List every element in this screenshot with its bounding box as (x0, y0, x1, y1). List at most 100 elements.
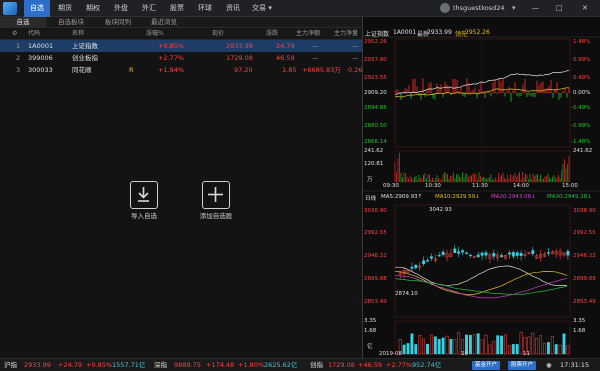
tick: 2019-08 (379, 351, 402, 357)
tick: 3.35 (364, 318, 377, 324)
import-watchlist-button[interactable] (130, 181, 158, 209)
tick: 1.68 (573, 328, 586, 334)
tick: 3038.90 (364, 208, 387, 214)
kline-volume-bar (543, 343, 546, 355)
menu-item-foreign-market[interactable]: 外盘 (108, 0, 134, 17)
candle-body (429, 256, 433, 259)
tick: 10:30 (425, 183, 441, 189)
tick: 2853.49 (573, 299, 596, 305)
tab-recent[interactable]: 最近浏览 (142, 17, 186, 28)
kline-volume-bar (437, 339, 441, 355)
tick: 0.99% (573, 57, 591, 63)
col-net-volume[interactable]: 主力净量 (334, 28, 358, 40)
menu-item-stocks[interactable]: 股票 (164, 0, 190, 17)
tick: 2992.55 (364, 230, 387, 236)
tick: 3038.90 (573, 208, 596, 214)
tick: -1.48% (571, 139, 591, 145)
menu-item-forex[interactable]: 外汇 (136, 0, 162, 17)
row-code: 300033 (28, 66, 53, 74)
tick: 11 (523, 351, 530, 357)
candle-body (457, 251, 461, 254)
tick: 15:00 (562, 183, 578, 189)
tick: 0.49% (573, 75, 591, 81)
tick: 2899.88 (364, 276, 387, 282)
candle-body (546, 252, 550, 254)
candle-body (437, 254, 441, 257)
kline-volume-bar (558, 344, 562, 355)
table-row[interactable]: 2 399006 创业板指 +2.77% 1729.08 46.59 — — (0, 52, 362, 64)
candle-body (519, 253, 523, 257)
kline-volume-bar (539, 335, 543, 355)
kline-volume-bar (433, 336, 437, 355)
ma30-label: MA30:2949.28↓ (547, 194, 592, 200)
kline-period[interactable]: 日线 (365, 194, 376, 202)
kline-volume-bar (410, 333, 414, 355)
tick: 2853.49 (364, 299, 387, 305)
candle-body (422, 260, 426, 264)
kline-volume-bar (476, 333, 480, 355)
tab-watchlist[interactable]: 自选 (0, 17, 46, 28)
tick: 2952.26 (364, 39, 387, 45)
tick: 万 (367, 177, 373, 183)
kline-volume-bar (441, 337, 445, 355)
user-avatar-icon[interactable] (440, 3, 450, 13)
cy-pct: +2.77% (386, 361, 413, 369)
menu-item-global[interactable]: 环球 (192, 0, 218, 17)
tick: -0.49% (571, 105, 591, 111)
table-header: ⚙ 代码 名称 涨幅% 现价 涨跌 主力净额 主力净量 (0, 28, 362, 40)
notification-icon[interactable]: ◉ (546, 359, 552, 371)
candle-body (531, 250, 535, 254)
table-row[interactable]: 3 300033 同花顺 R +1.94% 97.20 1.85 +6685.8… (0, 64, 362, 76)
kline-volume-bar (472, 334, 476, 355)
kline-volume-bar (519, 331, 523, 355)
col-change-pct[interactable]: 涨幅% (146, 28, 164, 40)
app-logo-icon[interactable] (3, 2, 17, 15)
candle-body (476, 254, 480, 258)
col-change[interactable]: 涨跌 (266, 28, 278, 40)
tick: 241.62 (573, 148, 593, 154)
cy-label[interactable]: 创指 (310, 359, 323, 371)
settings-icon[interactable]: ▾ (512, 0, 516, 17)
tick: 1.48% (573, 39, 591, 45)
tick: 1.68 (364, 328, 377, 334)
kline-volume-bar (554, 344, 558, 355)
sh-amount: 1557.71亿 (112, 361, 146, 369)
col-price[interactable]: 现价 (212, 28, 224, 40)
kline-volume-bar (488, 344, 492, 355)
menu-bar: 自选 期货 期权 外盘 外汇 股票 环球 资讯 交易 ▾ thsguestkos… (0, 0, 600, 17)
col-code[interactable]: 代码 (28, 28, 40, 40)
sh-change: +24.79 (58, 361, 83, 369)
kline-volume-bar (457, 332, 461, 355)
tab-bar: 自选 自选板块 板块同列 最近浏览 (0, 17, 362, 28)
menu-item-options[interactable]: 期权 (80, 0, 106, 17)
row-change: 24.79 (276, 42, 295, 50)
col-name[interactable]: 名称 (72, 28, 84, 40)
sz-label[interactable]: 深指 (154, 359, 167, 371)
sh-label[interactable]: 沪指 (4, 359, 17, 371)
add-stock-label[interactable]: 添加自选股 (186, 210, 246, 220)
row-net-volume: 0.26 (348, 66, 363, 74)
username[interactable]: thsguestkosd24 (453, 0, 505, 17)
candle-body (566, 251, 570, 256)
add-stock-button[interactable] (202, 181, 230, 209)
tab-watchlist-sectors[interactable]: 自选板块 (48, 17, 94, 28)
menu-item-news[interactable]: 资讯 (220, 0, 246, 17)
close-icon[interactable]: ✕ (582, 0, 588, 17)
maximize-icon[interactable]: □ (556, 0, 563, 17)
minimize-icon[interactable]: — (532, 0, 539, 17)
candle-body (426, 260, 429, 262)
import-watchlist-label[interactable]: 导入自选 (114, 210, 174, 220)
table-row[interactable]: 1 1A0001 上证指数 +0.85% 2933.99 24.79 — — (0, 40, 362, 52)
fund-account-button[interactable]: 基金开户 (472, 361, 501, 370)
col-net-amount[interactable]: 主力净额 (296, 28, 320, 40)
row-name: 创业板指 (72, 54, 98, 62)
cy-amount: 952.74亿 (412, 361, 442, 369)
menu-item-trade[interactable]: 交易 ▾ (246, 0, 278, 17)
kline-volume-bar (468, 334, 472, 355)
table-settings-icon[interactable]: ⚙ (12, 28, 17, 40)
sz-amount: 2625.62亿 (264, 361, 298, 369)
menu-item-futures[interactable]: 期货 (52, 0, 78, 17)
tab-sector-peers[interactable]: 板块同列 (96, 17, 140, 28)
menu-item-watchlist[interactable]: 自选 (24, 0, 50, 17)
stock-account-button[interactable]: 股票开户 (508, 361, 537, 370)
